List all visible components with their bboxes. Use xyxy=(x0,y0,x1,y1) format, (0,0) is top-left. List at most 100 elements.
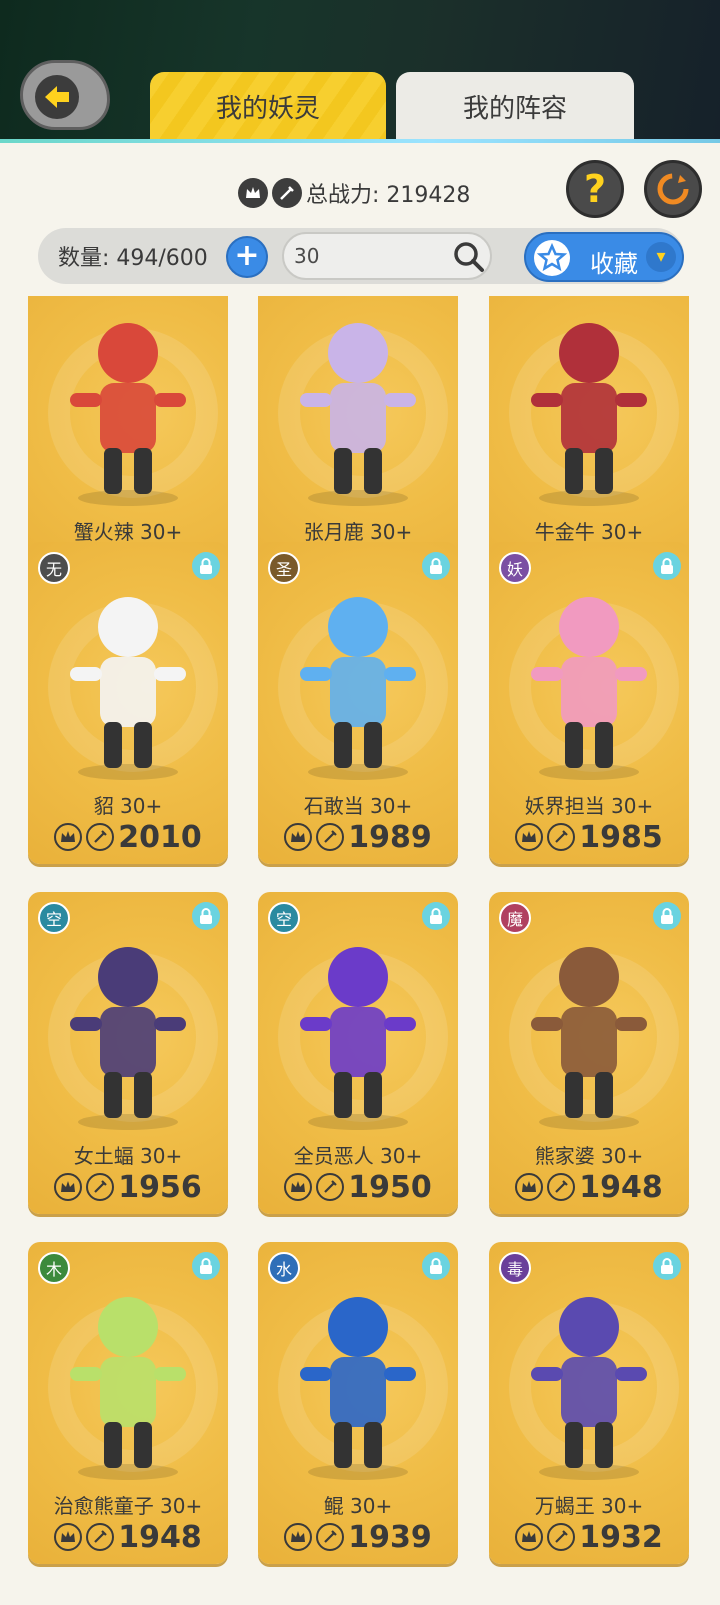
element-badge: 水 xyxy=(268,1252,300,1284)
lock-icon[interactable] xyxy=(192,552,220,580)
spirit-power-value: 1939 xyxy=(348,1519,432,1555)
element-badge: 妖 xyxy=(499,552,531,584)
sword-icon xyxy=(86,1173,115,1201)
spirit-name: 蟹火辣 30+ xyxy=(73,520,183,544)
crown-icon xyxy=(238,178,268,208)
back-arrow-icon xyxy=(35,75,79,119)
element-badge: 圣 xyxy=(268,552,300,584)
spirit-power: 1989 xyxy=(258,818,458,856)
spirit-power-value: 1932 xyxy=(579,1519,663,1555)
search-field[interactable] xyxy=(282,232,492,280)
spirit-name: 牛金牛 30+ xyxy=(534,520,644,544)
lock-icon[interactable] xyxy=(653,552,681,580)
spirit-name: 万蝎王 30+ xyxy=(534,1494,644,1518)
crown-icon xyxy=(515,823,544,851)
spirit-card[interactable]: 魔熊家婆 30+ 1948 xyxy=(489,892,689,1214)
element-badge: 木 xyxy=(38,1252,70,1284)
total-power: 总战力: 219428 xyxy=(238,175,470,211)
lock-icon[interactable] xyxy=(192,1252,220,1280)
plus-icon: + xyxy=(234,238,260,273)
spirit-power: 1948 xyxy=(28,1518,228,1556)
lock-icon[interactable] xyxy=(422,902,450,930)
refresh-icon xyxy=(657,173,689,205)
spirit-name: 石敢当 30+ xyxy=(303,794,413,818)
element-badge: 空 xyxy=(38,902,70,934)
spirit-name: 貂 30+ xyxy=(93,794,163,818)
spirit-figure-image xyxy=(531,947,647,1130)
tab-my-lineup[interactable]: 我的阵容 xyxy=(396,72,634,140)
spirit-count: 数量: 494/600 xyxy=(58,246,208,271)
lock-icon[interactable] xyxy=(192,902,220,930)
spirit-figure-image xyxy=(300,597,416,780)
lock-icon[interactable] xyxy=(422,552,450,580)
spirit-power-value: 1950 xyxy=(348,1169,432,1205)
favorite-label: 收藏 xyxy=(590,250,638,278)
spirit-card[interactable]: 圣石敢当 30+ 1989 xyxy=(258,542,458,864)
spirit-card[interactable]: 毒万蝎王 30+ 1932 xyxy=(489,1242,689,1564)
sword-icon xyxy=(86,1523,115,1551)
tab-my-spirits-label: 我的妖灵 xyxy=(215,93,320,124)
spirit-name: 全员恶人 30+ xyxy=(293,1144,423,1168)
spirit-power: 1950 xyxy=(258,1168,458,1206)
element-badge: 空 xyxy=(268,902,300,934)
spirit-power: 1985 xyxy=(489,818,689,856)
crown-icon xyxy=(515,1523,544,1551)
search-input[interactable] xyxy=(294,242,444,270)
spirit-power-value: 1948 xyxy=(118,1519,202,1555)
sword-icon xyxy=(316,823,345,851)
spirit-power: 2010 xyxy=(28,818,228,856)
spirit-name: 熊家婆 30+ xyxy=(534,1144,644,1168)
spirit-name: 妖界担当 30+ xyxy=(524,794,654,818)
spirit-power: 1956 xyxy=(28,1168,228,1206)
spirit-power-value: 1985 xyxy=(579,819,663,855)
spirit-card[interactable]: 空全员恶人 30+ 1950 xyxy=(258,892,458,1214)
star-icon xyxy=(534,240,570,276)
spirit-figure-image xyxy=(531,597,647,780)
spirit-card[interactable]: 空女土蝠 30+ 1956 xyxy=(28,892,228,1214)
spirit-figure-image xyxy=(70,597,186,780)
spirit-name: 治愈熊童子 30+ xyxy=(53,1494,203,1518)
crown-icon xyxy=(284,1173,313,1201)
lock-icon[interactable] xyxy=(422,1252,450,1280)
question-icon: ? xyxy=(583,167,607,211)
spirit-figure-image xyxy=(300,323,416,506)
lock-icon[interactable] xyxy=(653,902,681,930)
sword-icon xyxy=(316,1173,345,1201)
element-badge: 魔 xyxy=(499,902,531,934)
expand-capacity-button[interactable]: + xyxy=(226,236,268,278)
tab-my-lineup-label: 我的阵容 xyxy=(462,93,567,124)
crown-icon xyxy=(515,1173,544,1201)
sword-icon xyxy=(316,1523,345,1551)
spirit-power-value: 1989 xyxy=(348,819,432,855)
tab-my-spirits[interactable]: 我的妖灵 xyxy=(150,72,386,140)
spirit-power: 1939 xyxy=(258,1518,458,1556)
crown-icon xyxy=(284,823,313,851)
chevron-down-icon: ▾ xyxy=(646,242,676,272)
spirit-power-value: 1948 xyxy=(579,1169,663,1205)
top-header: 我的妖灵 我的阵容 xyxy=(0,0,720,143)
spirit-grid: 蟹火辣 30+2040张月鹿 30+2024牛金牛 30+2022无貂 30+2… xyxy=(0,296,720,1605)
favorite-button[interactable]: 收藏 ▾ xyxy=(524,232,684,282)
element-badge: 毒 xyxy=(499,1252,531,1284)
spirit-card[interactable]: 无貂 30+ 2010 xyxy=(28,542,228,864)
help-button[interactable]: ? xyxy=(566,160,624,218)
sword-icon xyxy=(547,823,576,851)
spirit-figure-image xyxy=(300,947,416,1130)
sword-icon xyxy=(547,1523,576,1551)
spirit-card[interactable]: 木治愈熊童子 30+ 1948 xyxy=(28,1242,228,1564)
spirit-card[interactable]: 妖妖界担当 30+ 1985 xyxy=(489,542,689,864)
crown-icon xyxy=(284,1523,313,1551)
lock-icon[interactable] xyxy=(653,1252,681,1280)
spirit-power: 1932 xyxy=(489,1518,689,1556)
crown-icon xyxy=(54,823,83,851)
sword-icon xyxy=(547,1173,576,1201)
spirit-figure-image xyxy=(531,1297,647,1480)
spirit-name: 鲲 30+ xyxy=(323,1494,393,1518)
sword-icon xyxy=(86,823,115,851)
spirit-figure-image xyxy=(531,323,647,506)
search-icon[interactable] xyxy=(452,240,486,274)
auto-refresh-button[interactable] xyxy=(644,160,702,218)
back-button[interactable] xyxy=(20,60,110,130)
spirit-card[interactable]: 水鲲 30+ 1939 xyxy=(258,1242,458,1564)
spirit-figure-image xyxy=(300,1297,416,1480)
